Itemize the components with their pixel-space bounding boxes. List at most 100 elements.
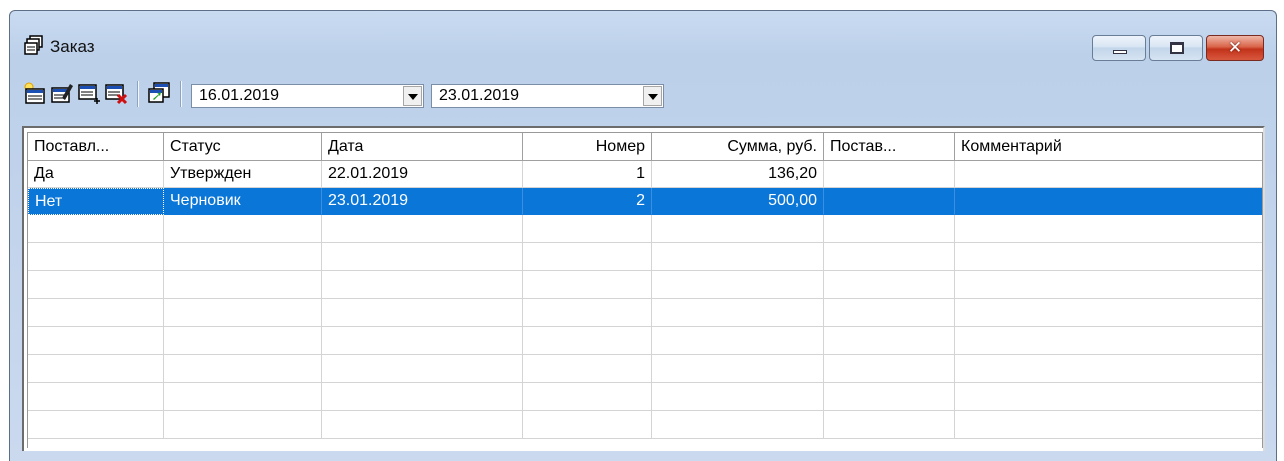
column-header-delivered[interactable]: Поставл... [28,133,164,160]
cell-number: 2 [523,188,652,215]
empty-row [28,215,1262,243]
empty-cell [523,327,652,355]
close-button[interactable]: ✕ [1206,35,1264,61]
empty-cell [824,243,955,271]
cell-status: Утвержден [164,161,322,188]
empty-cell [28,243,164,271]
empty-cell [322,411,523,439]
chevron-down-icon[interactable] [403,86,422,106]
empty-cell [322,383,523,411]
date-from-select[interactable]: 16.01.2019 [191,84,424,108]
export-icon[interactable] [147,81,171,105]
maximize-icon [1170,42,1184,54]
empty-cell [652,327,824,355]
cell-delivered: Да [28,161,164,188]
empty-cell [652,243,824,271]
cell-comment [955,161,1262,188]
cell-supplier [824,188,955,215]
empty-cell [164,355,322,383]
column-header-sum[interactable]: Сумма, руб. [652,133,824,160]
empty-cell [824,215,955,243]
empty-cell [652,299,824,327]
date-to-value: 23.01.2019 [439,87,520,104]
empty-cell [322,243,523,271]
empty-cell [955,243,1262,271]
empty-cell [652,215,824,243]
column-header-date[interactable]: Дата [322,133,523,160]
empty-cell [322,299,523,327]
empty-cell [955,215,1262,243]
empty-cell [322,271,523,299]
empty-cell [28,271,164,299]
empty-cell [824,383,955,411]
column-header-comment[interactable]: Комментарий [955,133,1262,160]
empty-cell [523,411,652,439]
empty-cell [28,327,164,355]
empty-cell [164,411,322,439]
cell-date: 23.01.2019 [322,188,523,215]
empty-cell [164,327,322,355]
title-bar[interactable]: Заказ ✕ [10,11,1276,71]
empty-cell [28,215,164,243]
empty-cell [28,355,164,383]
empty-cell [824,299,955,327]
add-row-icon[interactable] [77,81,101,105]
minimize-icon [1113,50,1127,54]
empty-cell [652,355,824,383]
chevron-down-icon[interactable] [643,86,662,106]
table-row-selected[interactable]: Нет Черновик 23.01.2019 2 500,00 [28,188,1262,215]
column-header-status[interactable]: Статус [164,133,322,160]
empty-cell [523,299,652,327]
minimize-button[interactable] [1092,35,1146,61]
empty-cell [322,355,523,383]
cell-status: Черновик [164,188,322,215]
empty-row [28,299,1262,327]
empty-cell [523,215,652,243]
empty-cell [652,411,824,439]
cell-supplier [824,161,955,188]
empty-cell [523,271,652,299]
date-from-value: 16.01.2019 [199,87,280,104]
empty-row [28,327,1262,355]
empty-row [28,271,1262,299]
column-header-number[interactable]: Номер [523,133,652,160]
empty-cell [824,271,955,299]
date-to-select[interactable]: 23.01.2019 [431,84,664,108]
table-header: Поставл... Статус Дата Номер Сумма, руб.… [28,133,1262,161]
maximize-button[interactable] [1149,35,1203,61]
empty-cell [322,327,523,355]
toolbar-separator [137,81,139,107]
empty-cell [164,215,322,243]
cell-delivered: Нет [28,188,164,215]
toolbar: 16.01.2019 23.01.2019 [10,75,1276,111]
empty-cell [824,355,955,383]
empty-cell [28,299,164,327]
window-title: Заказ [50,37,95,56]
empty-cell [955,411,1262,439]
window-icon [24,35,43,55]
empty-cell [955,299,1262,327]
cell-sum: 136,20 [652,161,824,188]
orders-grid-frame: Поставл... Статус Дата Номер Сумма, руб.… [22,126,1265,451]
cell-date: 22.01.2019 [322,161,523,188]
toolbar-separator [180,81,182,107]
empty-cell [955,271,1262,299]
cell-number: 1 [523,161,652,188]
orders-table[interactable]: Поставл... Статус Дата Номер Сумма, руб.… [27,132,1263,448]
empty-cell [955,355,1262,383]
empty-cell [28,411,164,439]
empty-cell [955,327,1262,355]
empty-cell [523,355,652,383]
table-row[interactable]: Да Утвержден 22.01.2019 1 136,20 [28,161,1262,188]
cell-comment [955,188,1262,215]
column-header-supplier[interactable]: Постав... [824,133,955,160]
empty-cell [523,243,652,271]
new-icon[interactable] [23,81,47,105]
cell-sum: 500,00 [652,188,824,215]
empty-cell [824,327,955,355]
empty-row [28,383,1262,411]
empty-cell [164,383,322,411]
empty-cell [164,243,322,271]
delete-icon[interactable] [104,81,128,105]
edit-icon[interactable] [50,81,74,105]
